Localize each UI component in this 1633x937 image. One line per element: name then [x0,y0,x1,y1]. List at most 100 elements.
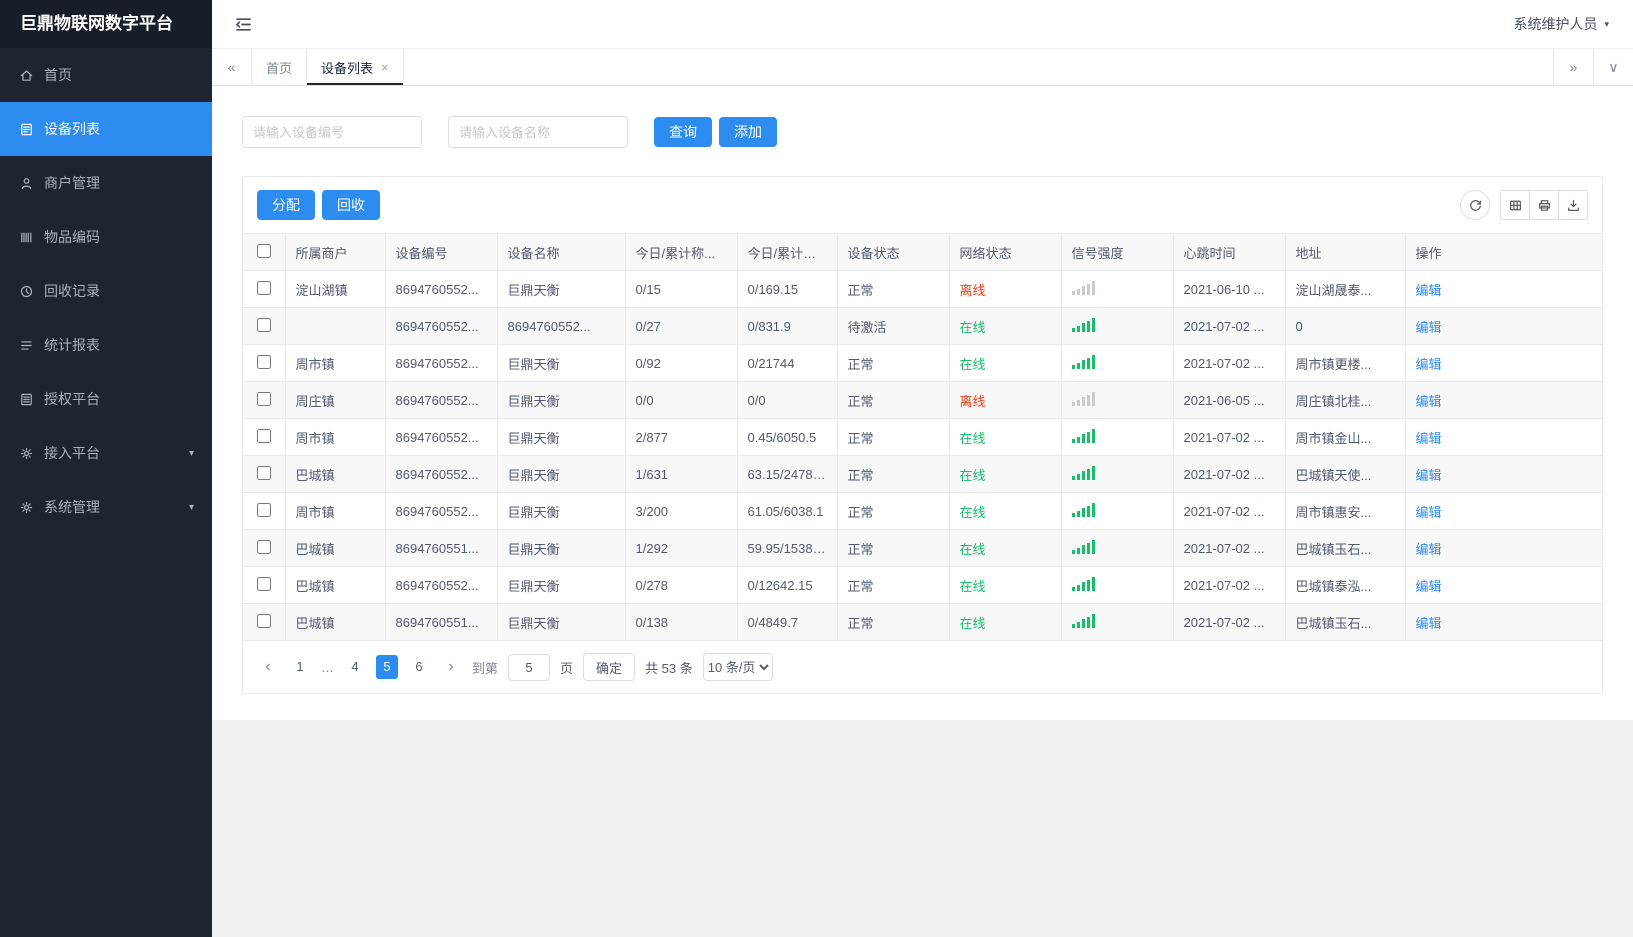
cell-signal [1061,492,1174,530]
page-button-6[interactable]: 6 [408,655,430,679]
cell-device-status: 正常 [837,270,950,308]
sidebar-item-system-mgmt[interactable]: 系统管理 ▾ [0,480,212,534]
refresh-icon[interactable] [1460,190,1490,220]
edit-link[interactable]: 编辑 [1416,320,1442,335]
cell-today-weight: 0.45/6050.5 [737,418,838,456]
select-all-checkbox[interactable] [256,243,271,258]
cell-address: 周庄镇北桂... [1285,381,1406,419]
page-button-1[interactable]: 1 [289,655,311,679]
edit-link[interactable]: 编辑 [1416,283,1442,298]
edit-link[interactable]: 编辑 [1416,616,1442,631]
page-button-4[interactable]: 4 [344,655,366,679]
cell-address: 淀山湖晟泰... [1285,270,1406,308]
tabs-scroll-left-icon[interactable]: « [212,49,252,85]
gear-icon [18,445,34,461]
sidebar-item-merchant-mgmt[interactable]: 商户管理 [0,156,212,210]
edit-link[interactable]: 编辑 [1416,394,1442,409]
cell-merchant: 巴城镇 [285,566,386,604]
row-checkbox[interactable] [256,576,271,591]
device-name-input[interactable] [448,116,628,148]
cell-device-name: 巨鼎天衡 [497,381,626,419]
edit-link[interactable]: 编辑 [1416,505,1442,520]
app-window: 巨鼎物联网数字平台 首页 设备列表 商户管理 物品编码 回收记录 统计报表 授权平台 接入平台… [0,0,1633,937]
cell-merchant: 淀山湖镇 [285,270,386,308]
row-checkbox[interactable] [256,317,271,332]
edit-link[interactable]: 编辑 [1416,468,1442,483]
cell-signal [1061,603,1174,641]
cell-device-status: 正常 [837,381,950,419]
cell-heartbeat: 2021-07-02 ... [1173,529,1286,567]
row-checkbox[interactable] [256,539,271,554]
table-row: 周市镇 8694760552... 巨鼎天衡 2/877 0.45/6050.5 正常 在线… [243,418,1602,456]
search-row: 查询 添加 [242,116,1603,148]
cell-device-status: 正常 [837,492,950,530]
row-checkbox[interactable] [256,354,271,369]
sidebar-item-label: 物品编码 [44,229,100,245]
cell-device-name: 巨鼎天衡 [497,418,626,456]
tab-device-list[interactable]: 设备列表 × [307,49,404,85]
page-size-select[interactable]: 10 条/页 [702,653,773,681]
row-checkbox[interactable] [256,391,271,406]
add-button[interactable]: 添加 [719,117,777,147]
cell-today-count: 0/15 [625,270,738,308]
cell-device-status: 正常 [837,344,950,382]
cell-merchant: 巴城镇 [285,529,386,567]
prev-page-icon[interactable]: ‹ [257,658,279,676]
cell-today-weight: 0/169.15 [737,270,838,308]
home-icon [18,67,34,83]
signal-strength-icon [1071,391,1095,406]
row-checkbox[interactable] [256,428,271,443]
cell-merchant: 周庄镇 [285,381,386,419]
cell-network-status: 在线 [949,566,1062,604]
row-checkbox[interactable] [256,613,271,628]
table-row: 巴城镇 8694760552... 巨鼎天衡 0/278 0/12642.15 正常 在线 2… [243,566,1602,604]
edit-link[interactable]: 编辑 [1416,542,1442,557]
edit-link[interactable]: 编辑 [1416,431,1442,446]
sidebar-item-recycle-record[interactable]: 回收记录 [0,264,212,318]
edit-link[interactable]: 编辑 [1416,357,1442,372]
row-checkbox[interactable] [256,280,271,295]
signal-strength-icon [1071,428,1095,443]
page-button-5[interactable]: 5 [376,655,398,679]
print-icon[interactable] [1529,190,1559,220]
next-page-icon[interactable]: › [440,658,462,676]
tab-home[interactable]: 首页 [252,49,308,85]
collapse-menu-icon[interactable] [234,15,253,34]
goto-page-input[interactable] [508,653,551,681]
cell-merchant: 周市镇 [285,344,386,382]
sidebar-item-home[interactable]: 首页 [0,48,212,102]
sidebar-item-item-code[interactable]: 物品编码 [0,210,212,264]
cell-device-name: 巨鼎天衡 [497,529,626,567]
cell-heartbeat: 2021-07-02 ... [1173,344,1286,382]
cell-today-count: 0/92 [625,344,738,382]
cell-device-name: 巨鼎天衡 [497,603,626,641]
sidebar-item-report[interactable]: 统计报表 [0,318,212,372]
sidebar-item-device-list[interactable]: 设备列表 [0,102,212,156]
columns-icon[interactable] [1500,190,1530,220]
tabs-scroll-right-icon[interactable]: » [1553,49,1593,85]
signal-strength-icon [1071,576,1095,591]
row-checkbox[interactable] [256,465,271,480]
device-no-input[interactable] [242,116,422,148]
close-icon[interactable]: × [381,60,389,75]
chevron-down-icon: ▾ [1604,18,1609,29]
table-row: 巴城镇 8694760551... 巨鼎天衡 0/138 0/4849.7 正常 在线 202… [243,603,1602,641]
user-menu[interactable]: 系统维护人员 ▾ [1513,14,1609,34]
cell-device-name: 巨鼎天衡 [497,455,626,493]
sidebar-item-auth-platform[interactable]: 授权平台 [0,372,212,426]
recycle-button[interactable]: 回收 [322,190,380,220]
row-checkbox[interactable] [256,502,271,517]
query-button[interactable]: 查询 [654,117,712,147]
edit-link[interactable]: 编辑 [1416,579,1442,594]
assign-button[interactable]: 分配 [257,190,315,220]
report-icon [18,337,34,353]
export-icon[interactable] [1558,190,1588,220]
sidebar-item-label: 统计报表 [44,337,100,353]
cell-heartbeat: 2021-06-05 ... [1173,381,1286,419]
cell-network-status: 离线 [949,270,1062,308]
sidebar-item-access-platform[interactable]: 接入平台 ▾ [0,426,212,480]
confirm-button[interactable]: 确定 [583,653,636,681]
signal-strength-icon [1071,280,1095,295]
sidebar-item-label: 商户管理 [44,175,100,191]
tabs-menu-icon[interactable]: ∨ [1593,49,1633,85]
